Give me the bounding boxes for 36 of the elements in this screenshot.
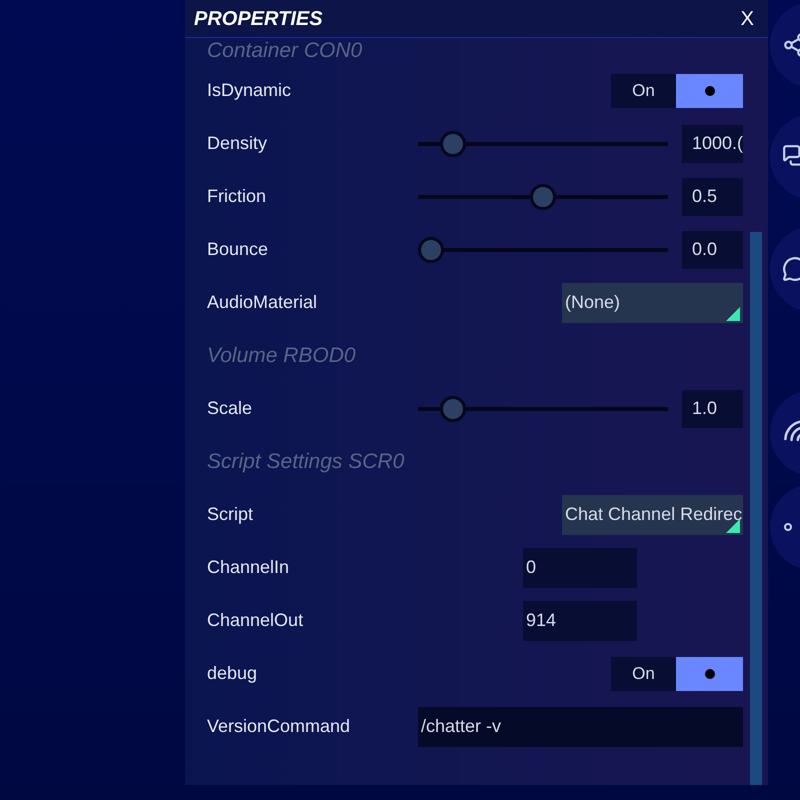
section-heading: Volume RBOD0: [207, 342, 356, 369]
corner-triangle-icon: [726, 306, 740, 320]
property-label: Friction: [207, 185, 266, 208]
property-label: ChannelOut: [207, 609, 304, 632]
slider-thumb[interactable]: [418, 236, 444, 262]
close-button[interactable]: X: [740, 4, 754, 34]
text-field[interactable]: /chatter -v: [418, 706, 743, 746]
text-field[interactable]: 914: [523, 600, 637, 640]
property-label: Bounce: [207, 238, 268, 261]
dropdown[interactable]: (None): [562, 282, 743, 322]
slider[interactable]: [418, 130, 668, 156]
property-label: Scale: [207, 397, 252, 420]
slider-thumb[interactable]: [530, 184, 556, 210]
slider[interactable]: [418, 184, 668, 210]
dropdown[interactable]: Chat Channel Redirec: [562, 494, 743, 534]
property-label: ChannelIn: [207, 556, 290, 579]
property-label: AudioMaterial: [207, 291, 318, 314]
property-label: debug: [207, 662, 258, 685]
slider-thumb[interactable]: [440, 396, 466, 422]
property-label: VersionCommand: [207, 715, 350, 738]
slider[interactable]: [418, 396, 668, 422]
text-field[interactable]: 0: [523, 548, 637, 588]
slider-thumb[interactable]: [440, 130, 466, 156]
section-heading: Container CON0: [207, 38, 362, 64]
corner-triangle-icon: [726, 518, 740, 532]
number-field[interactable]: 1000.(: [682, 124, 743, 162]
panel-title: PROPERTIES: [194, 6, 323, 32]
property-label: Script: [207, 503, 254, 526]
slider[interactable]: [418, 236, 668, 262]
number-field[interactable]: 0.5: [682, 178, 743, 216]
property-label: IsDynamic: [207, 79, 292, 102]
number-field[interactable]: 0.0: [682, 230, 743, 268]
scrollbar[interactable]: [750, 232, 762, 785]
number-field[interactable]: 1.0: [682, 390, 743, 428]
section-heading: Script Settings SCR0: [207, 448, 404, 475]
property-label: Density: [207, 132, 268, 155]
